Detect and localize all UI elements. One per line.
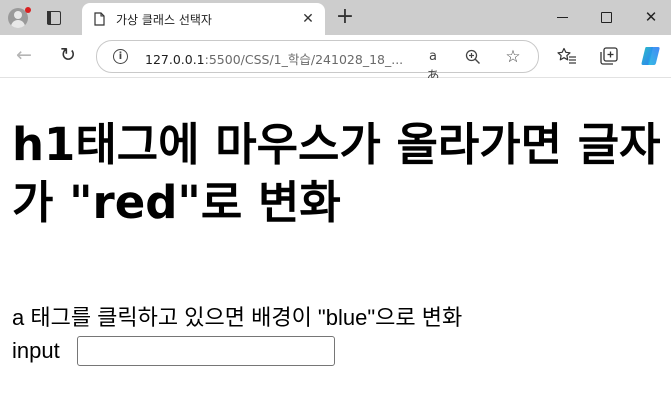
browser-toolbar: ← ↻ i 127.0.0.1:5500/CSS/1_학습/241028_18_…: [0, 35, 671, 84]
read-aloud-icon[interactable]: aあ: [423, 47, 443, 84]
page-heading[interactable]: h1태그에 마우스가 올라가면 글자가 "red"로 변화: [12, 116, 662, 232]
text-input[interactable]: [77, 336, 335, 366]
copilot-icon[interactable]: [640, 44, 664, 68]
page-content: h1태그에 마우스가 올라가면 글자가 "red"로 변화 a 태그를 클릭하고…: [0, 78, 671, 408]
add-favorite-star-icon[interactable]: ☆: [503, 47, 523, 67]
tab-active[interactable]: 가상 클래스 선택자 ✕: [82, 3, 325, 35]
link-text[interactable]: a 태그를 클릭하고 있으면 배경이 "blue"으로 변화: [12, 300, 462, 332]
page-icon: [94, 12, 105, 26]
title-bar: 가상 클래스 선택자 ✕ + ✕: [0, 0, 671, 35]
notification-dot: [25, 7, 31, 13]
favorites-icon[interactable]: [556, 45, 578, 67]
maximize-icon: [601, 12, 612, 23]
tab-close-icon[interactable]: ✕: [300, 11, 316, 27]
new-tab-button[interactable]: +: [334, 6, 356, 28]
info-icon[interactable]: i: [113, 49, 128, 64]
url-text[interactable]: 127.0.0.1:5500/CSS/1_학습/241028_18_...: [145, 49, 403, 68]
window-close-button[interactable]: ✕: [631, 2, 671, 32]
zoom-icon[interactable]: [463, 47, 483, 67]
address-bar[interactable]: i 127.0.0.1:5500/CSS/1_학습/241028_18_... …: [96, 40, 539, 84]
profile-button[interactable]: [6, 6, 31, 30]
minimize-icon: [557, 17, 568, 18]
minimize-button[interactable]: [543, 2, 583, 32]
url-path: :5500/CSS/1_학습/241028_18_...: [204, 52, 404, 67]
collections-icon[interactable]: [598, 45, 620, 67]
tab-title: 가상 클래스 선택자: [116, 13, 212, 27]
url-host: 127.0.0.1: [145, 52, 205, 67]
tab-actions-button[interactable]: [44, 8, 64, 28]
maximize-button[interactable]: [587, 2, 627, 32]
reload-button[interactable]: ↻: [56, 43, 80, 67]
input-label: input: [12, 338, 60, 363]
back-button[interactable]: ←: [12, 43, 36, 67]
